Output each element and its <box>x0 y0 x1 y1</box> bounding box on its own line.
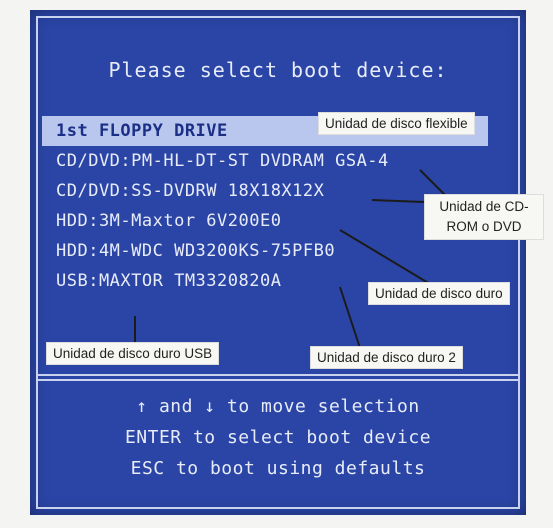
boot-option-cdrom-1[interactable]: CD/DVD:PM-HL-DT-ST DVDRAM GSA-4 <box>42 146 512 176</box>
annotation-hdd2: Unidad de disco duro 2 <box>310 346 463 369</box>
page-title: Please select boot device: <box>108 58 448 82</box>
section-divider <box>38 374 518 381</box>
annotation-hdd: Unidad de disco duro <box>368 282 510 305</box>
boot-option-hdd-2[interactable]: HDD:4M-WDC WD3200KS-75PFB0 <box>42 236 512 266</box>
help-esc-defaults: ESC to boot using defaults <box>130 458 426 479</box>
annotation-usb: Unidad de disco duro USB <box>46 342 220 365</box>
annotation-floppy: Unidad de disco flexible <box>318 112 475 135</box>
help-move-selection: ↑ and ↓ to move selection <box>136 396 420 417</box>
annotation-cdrom: Unidad de CD-ROM o DVD <box>424 194 544 240</box>
help-enter-select: ENTER to select boot device <box>124 427 432 448</box>
